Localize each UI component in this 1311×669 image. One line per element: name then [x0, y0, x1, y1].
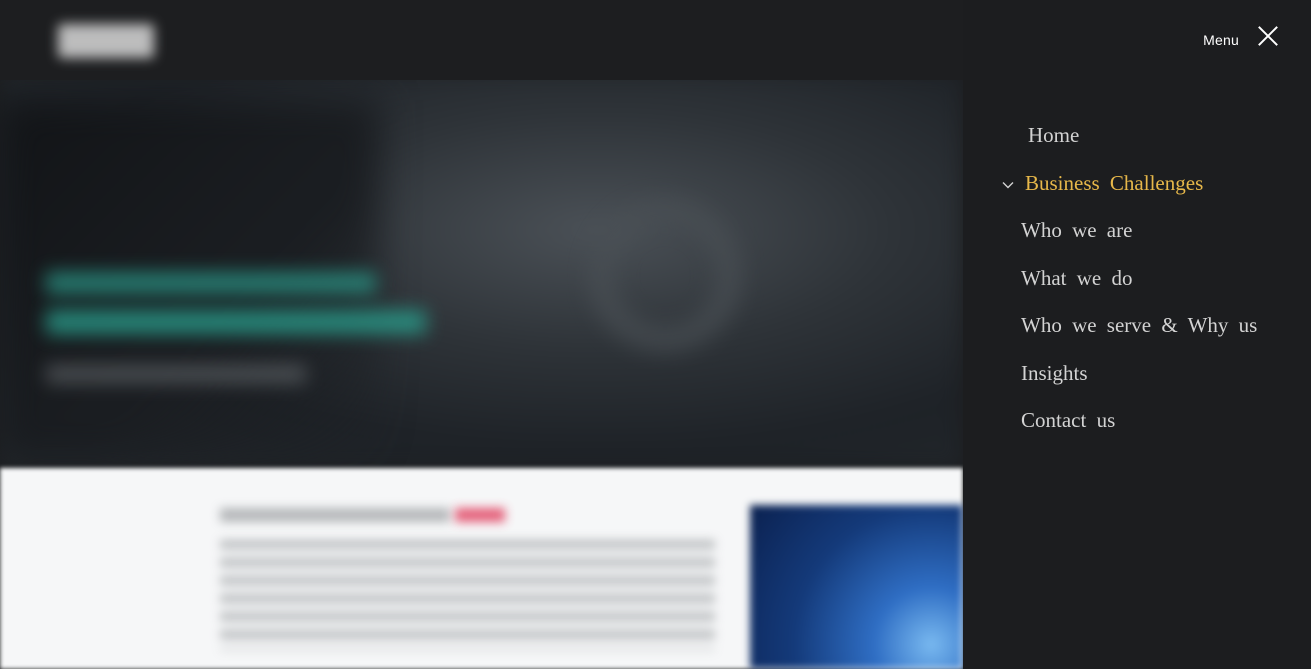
nav-item-label: Insights [1021, 360, 1088, 385]
background-page [0, 0, 963, 669]
chevron-down-icon[interactable] [1001, 178, 1015, 192]
nav-item-who-we-are[interactable]: Who we are [963, 207, 1311, 255]
hero-heading-line [46, 272, 376, 294]
nav-item-label: Who we are [1021, 218, 1133, 243]
site-logo [58, 24, 154, 58]
nav-item-contact-us[interactable]: Contact us [963, 397, 1311, 445]
content-title-accent [455, 508, 505, 522]
site-header [0, 0, 963, 80]
menu-panel: Menu Home Business Challenges Who we are… [963, 0, 1311, 669]
menu-header: Menu [1203, 24, 1279, 48]
nav-item-what-we-do[interactable]: What we do [963, 255, 1311, 303]
content-image [750, 505, 963, 669]
content-title [220, 508, 450, 522]
nav-item-label: Who we serve & Why us [1021, 313, 1258, 338]
hero-graphic [590, 200, 740, 350]
hero-subheading [46, 365, 306, 383]
nav-item-who-we-serve[interactable]: Who we serve & Why us [963, 302, 1311, 350]
nav-item-label: Home [1028, 123, 1080, 148]
nav-item-label: Contact us [1021, 408, 1116, 433]
nav-item-insights[interactable]: Insights [963, 350, 1311, 398]
nav-item-label: What we do [1021, 265, 1133, 290]
menu-label: Menu [1203, 32, 1239, 48]
main-nav: Home Business Challenges Who we are What… [963, 112, 1311, 445]
content-paragraph [220, 540, 715, 650]
close-icon[interactable] [1257, 25, 1279, 47]
nav-item-business-challenges[interactable]: Business Challenges [963, 160, 1311, 208]
nav-item-home[interactable]: Home [963, 112, 1311, 160]
nav-item-label: Business Challenges [1025, 170, 1204, 195]
hero-heading-line [46, 310, 426, 334]
